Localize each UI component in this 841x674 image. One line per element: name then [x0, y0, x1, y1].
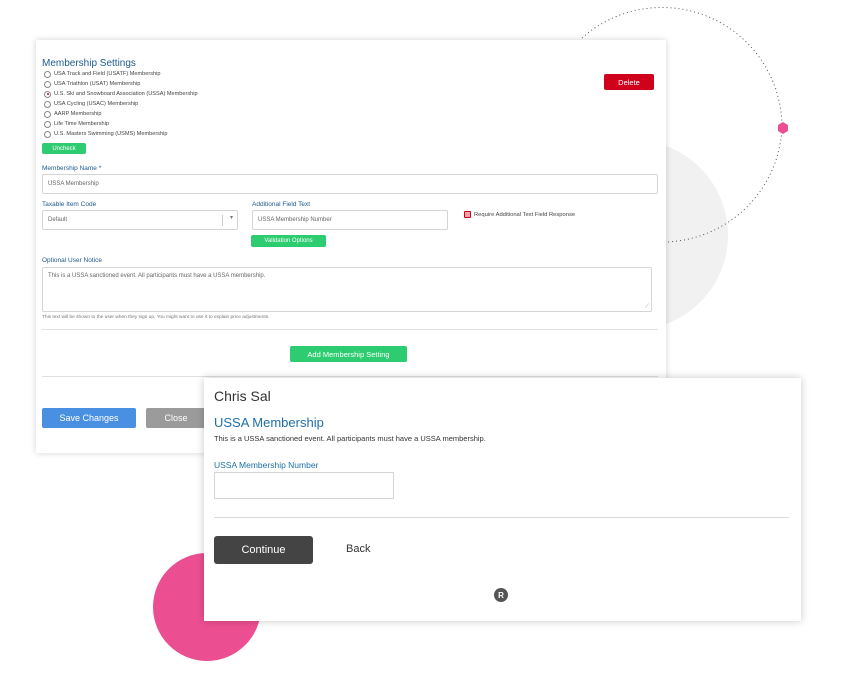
taxable-item-label: Taxable Item Code: [42, 201, 97, 208]
user-notice-textarea[interactable]: This is a USSA sanctioned event. All par…: [42, 267, 652, 312]
close-button[interactable]: Close: [146, 408, 206, 428]
radio-option-aarp[interactable]: AARP Membership: [44, 109, 101, 119]
divider: [42, 376, 658, 377]
delete-button[interactable]: Delete: [604, 74, 654, 90]
radio-option-usatf[interactable]: USA Track and Field (USATF) Membership: [44, 69, 161, 79]
user-notice-label: Optional User Notice: [42, 257, 102, 264]
pink-hexagon-icon: [778, 122, 788, 134]
additional-field-input[interactable]: USSA Membership Number: [252, 210, 448, 230]
radio-button[interactable]: [44, 70, 51, 78]
membership-description: This is a USSA sanctioned event. All par…: [214, 434, 486, 443]
membership-number-input[interactable]: [214, 472, 394, 499]
select-divider: [222, 215, 223, 226]
uncheck-button[interactable]: Uncheck: [42, 143, 86, 154]
membership-name-input[interactable]: USSA Membership: [42, 174, 658, 194]
resize-handle-icon[interactable]: ⟋: [645, 304, 649, 311]
chevron-down-icon: ▾: [229, 215, 233, 221]
require-response-checkbox-row[interactable]: Require Additional Text Field Response: [464, 211, 575, 218]
radio-button-selected[interactable]: [44, 90, 51, 98]
additional-field-label: Additional Field Text: [252, 201, 311, 208]
taxable-item-select[interactable]: Default ▾: [42, 210, 238, 230]
taxable-item-value: Default: [48, 217, 68, 223]
user-name: Chris Sal: [214, 388, 271, 404]
radio-option-usat[interactable]: USA Triathlon (USAT) Membership: [44, 79, 140, 89]
radio-option-lifetime[interactable]: Life Time Membership: [44, 119, 109, 129]
radio-option-usms[interactable]: U.S. Masters Swimming (USMS) Membership: [44, 129, 167, 139]
radio-button[interactable]: [44, 130, 51, 138]
user-notice-help: This text will be shown to the user when…: [42, 315, 270, 320]
radio-button[interactable]: [44, 120, 51, 128]
save-changes-button[interactable]: Save Changes: [42, 408, 136, 428]
radio-option-usac[interactable]: USA Cycling (USAC) Membership: [44, 99, 138, 109]
add-membership-setting-button[interactable]: Add Membership Setting: [290, 346, 407, 362]
divider: [42, 329, 658, 330]
membership-number-label: USSA Membership Number: [214, 460, 319, 470]
settings-title: Membership Settings: [42, 58, 136, 69]
user-notice-text: This is a USSA sanctioned event. All par…: [48, 273, 266, 279]
back-button[interactable]: Back: [346, 543, 370, 555]
radio-button[interactable]: [44, 100, 51, 108]
radio-button[interactable]: [44, 80, 51, 88]
membership-title: USSA Membership: [214, 415, 324, 430]
validation-options-button[interactable]: Validation Options: [251, 235, 326, 247]
radio-option-ussa[interactable]: U.S. Ski and Snowboard Association (USSA…: [44, 89, 198, 99]
modal-divider: [214, 517, 789, 518]
require-response-label: Require Additional Text Field Response: [474, 211, 576, 218]
radio-button[interactable]: [44, 110, 51, 118]
continue-button[interactable]: Continue: [214, 536, 313, 564]
checkbox-icon[interactable]: [464, 211, 471, 218]
membership-name-label: Membership Name *: [42, 165, 102, 172]
membership-signup-modal: Chris Sal USSA Membership This is a USSA…: [204, 378, 801, 621]
brand-logo-icon: R: [494, 588, 508, 602]
